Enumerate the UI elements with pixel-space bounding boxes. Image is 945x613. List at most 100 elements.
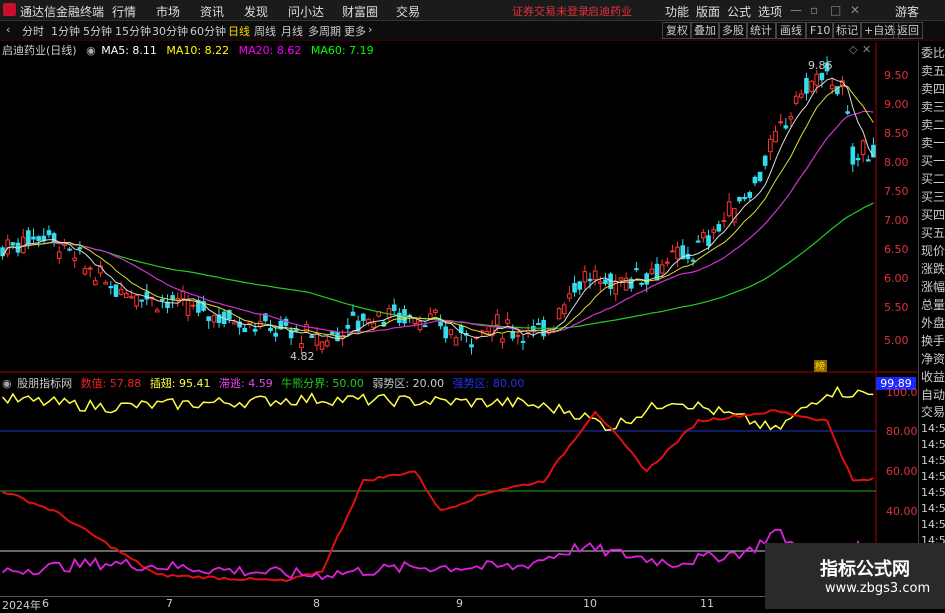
side-label[interactable]: 现价 (921, 244, 945, 258)
restore-icon[interactable]: ▫ (810, 3, 818, 17)
candle-body (598, 281, 603, 285)
candle-body (154, 309, 160, 313)
candle-body (737, 196, 742, 202)
side-label[interactable]: 卖五 (921, 64, 945, 78)
price-tick: 5.00 (884, 334, 909, 347)
f10-button[interactable]: F10 (806, 22, 835, 39)
candle-body (804, 77, 809, 94)
period-weekly[interactable]: 周线 (254, 23, 276, 39)
period-intraday[interactable]: 分时 (22, 23, 44, 39)
candle-body (701, 232, 706, 239)
candle-body (371, 322, 376, 328)
menu-discover[interactable]: 发现 (244, 3, 268, 20)
menu-trade[interactable]: 交易 (396, 3, 420, 20)
period-15min[interactable]: 15分钟 (115, 23, 151, 39)
price-chart[interactable]: 9.86 4.82 榜 (0, 42, 918, 596)
candle-body (639, 282, 644, 285)
menu-options[interactable]: 选项 (758, 3, 782, 20)
overlay-button[interactable]: 叠加 (690, 22, 720, 39)
side-label[interactable]: 卖四 (921, 82, 945, 96)
period-30min[interactable]: 30分钟 (152, 23, 188, 39)
period-1min[interactable]: 1分钟 (51, 23, 80, 39)
side-label[interactable]: 净资 (921, 352, 945, 366)
indicator-toggle-icon[interactable]: ◉ (2, 377, 12, 390)
draw-button[interactable]: 画线 (776, 22, 806, 39)
candle-body (10, 242, 16, 246)
menu-formula[interactable]: 公式 (727, 3, 751, 20)
candle-body (113, 284, 119, 297)
menu-news[interactable]: 资讯 (200, 3, 224, 20)
multi-stock-button[interactable]: 多股 (718, 22, 748, 39)
period-60min[interactable]: 60分钟 (190, 23, 226, 39)
side-label[interactable]: 涨跌 (921, 262, 945, 276)
date-tick: 8 (313, 597, 320, 610)
side-auto[interactable]: 自动 (921, 388, 945, 402)
menu-ask[interactable]: 问小达 (288, 3, 324, 20)
candle-body (778, 121, 783, 124)
candle-body (324, 340, 330, 347)
login-warning[interactable]: 证券交易未登录 (512, 3, 589, 19)
chevron-left-icon[interactable]: ‹ (6, 23, 10, 36)
side-trade[interactable]: 交易 (921, 405, 945, 419)
candle-body (299, 342, 304, 349)
minimize-icon[interactable]: — (790, 3, 802, 17)
side-label[interactable]: 卖二 (921, 118, 945, 132)
stats-button[interactable]: 统计 (746, 22, 776, 39)
candle-body (587, 278, 593, 282)
period-more[interactable]: 更多 (344, 23, 366, 39)
menu-layout[interactable]: 版面 (696, 3, 720, 20)
candle-body (360, 313, 366, 321)
indicator-yellow-line (2, 385, 874, 431)
back-button[interactable]: 返回 (893, 22, 923, 39)
chevron-right-icon[interactable]: › (368, 23, 372, 36)
candle-body (665, 261, 670, 264)
candle-body (577, 281, 583, 290)
mark-button[interactable]: 标记 (832, 22, 862, 39)
candle-body (469, 344, 474, 348)
menu-market[interactable]: 市场 (156, 3, 180, 20)
candle-body (417, 321, 423, 331)
period-multi[interactable]: 多周期 (308, 23, 341, 39)
side-label[interactable]: 买五 (921, 226, 945, 240)
price-tick: 5.50 (884, 301, 909, 314)
watermark: 指标公式网 www.zbgs3.com (765, 543, 945, 609)
maximize-icon[interactable]: □ (830, 3, 841, 17)
side-label[interactable]: 买二 (921, 172, 945, 186)
side-label[interactable]: 外盘 (921, 316, 945, 330)
side-label[interactable]: 收益 (921, 370, 945, 384)
close-icon[interactable]: ✕ (850, 3, 860, 17)
candle-body (273, 332, 278, 337)
side-label[interactable]: 买三 (921, 190, 945, 204)
candle-body (829, 84, 835, 90)
side-label[interactable]: 买四 (921, 208, 945, 222)
adjust-button[interactable]: 复权 (662, 22, 692, 39)
side-label[interactable]: 委比 (921, 46, 945, 60)
candle-body (206, 316, 211, 321)
candle-body (397, 312, 402, 323)
side-label[interactable]: 涨幅 (921, 280, 945, 294)
side-label[interactable]: 换手 (921, 334, 945, 348)
menu-quotes[interactable]: 行情 (112, 3, 136, 20)
price-tick: 8.00 (884, 156, 909, 169)
guest-label[interactable]: 游客 (895, 3, 919, 20)
stock-name-header: 启迪药业 (588, 5, 632, 18)
side-label[interactable]: 买一 (921, 154, 945, 168)
menu-wealth[interactable]: 财富圈 (342, 3, 378, 20)
candle-body (103, 281, 108, 285)
candle-body (72, 257, 78, 261)
menu-function[interactable]: 功能 (665, 3, 689, 20)
candle-body (118, 288, 124, 295)
period-daily[interactable]: 日线 (228, 23, 250, 39)
side-label[interactable]: 卖三 (921, 100, 945, 114)
side-label[interactable]: 卖一 (921, 136, 945, 150)
candle-body (659, 264, 665, 274)
period-monthly[interactable]: 月线 (281, 23, 303, 39)
candle-body (87, 267, 93, 270)
period-5min[interactable]: 5分钟 (83, 23, 112, 39)
candle-body (345, 324, 351, 329)
side-label[interactable]: 总量 (921, 298, 945, 312)
candle-body (762, 155, 768, 166)
date-tick: 9 (456, 597, 463, 610)
candle-body (242, 327, 248, 333)
candle-body (443, 326, 449, 339)
